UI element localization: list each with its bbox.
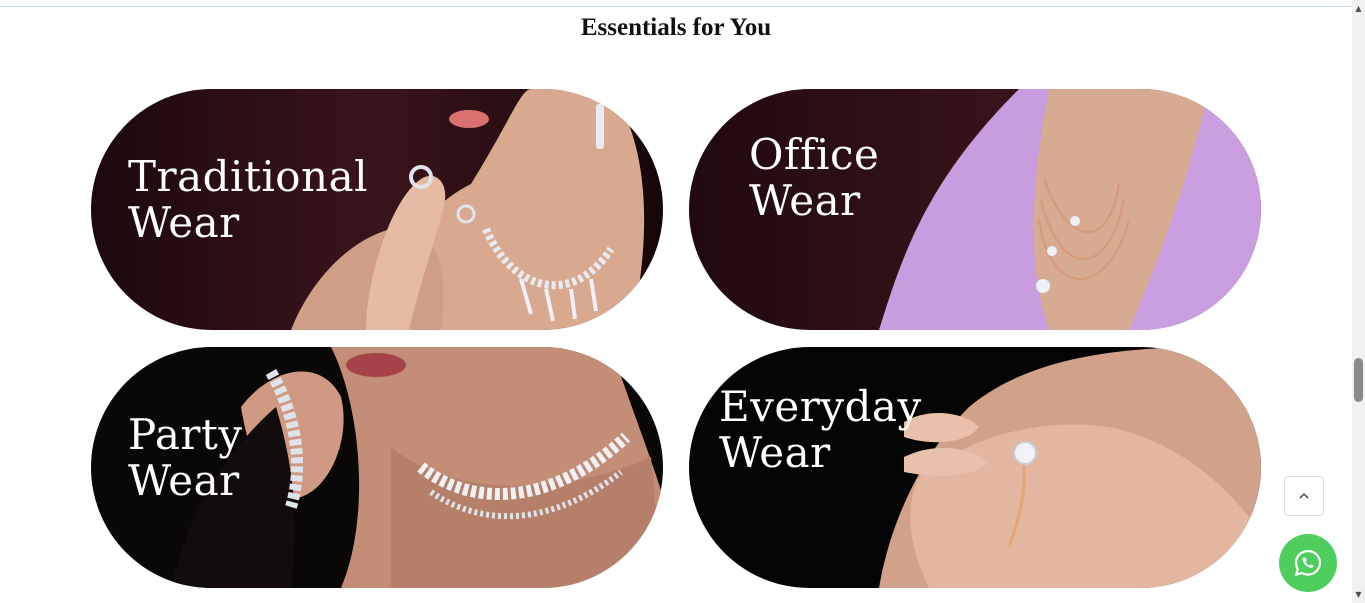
category-card-party-wear[interactable]: Party Wear bbox=[91, 347, 663, 588]
card-label-line1: Traditional bbox=[128, 152, 369, 201]
card-label-line2: Wear bbox=[719, 428, 831, 477]
category-card-office-wear[interactable]: Office Wear bbox=[689, 89, 1261, 330]
back-to-top-button[interactable] bbox=[1284, 476, 1324, 516]
whatsapp-icon bbox=[1294, 549, 1322, 577]
category-card-traditional-wear[interactable]: Traditional Wear bbox=[91, 89, 663, 330]
card-label: Traditional Wear bbox=[128, 154, 368, 246]
scroll-up-arrow[interactable]: ▲ bbox=[1352, 4, 1365, 14]
scrollbar-thumb[interactable] bbox=[1354, 358, 1363, 402]
category-card-everyday-wear[interactable]: Everyday Wear bbox=[689, 347, 1261, 588]
card-label-line1: Office bbox=[749, 130, 880, 179]
card-label-line2: Wear bbox=[128, 198, 240, 247]
card-label-line1: Party bbox=[128, 410, 243, 459]
chevron-up-icon bbox=[1299, 493, 1309, 499]
card-label: Party Wear bbox=[128, 412, 243, 504]
top-divider bbox=[0, 0, 1352, 7]
whatsapp-chat-button[interactable] bbox=[1279, 534, 1337, 592]
page-scrollbar[interactable]: ▲ ▼ bbox=[1352, 0, 1365, 603]
card-label: Office Wear bbox=[749, 132, 879, 224]
card-label: Everyday Wear bbox=[719, 384, 922, 476]
card-label-line2: Wear bbox=[128, 456, 240, 505]
scroll-down-arrow[interactable]: ▼ bbox=[1352, 590, 1365, 600]
section-title: Essentials for You bbox=[580, 14, 772, 41]
card-label-line1: Everyday bbox=[719, 382, 922, 431]
card-label-line2: Wear bbox=[749, 176, 861, 225]
